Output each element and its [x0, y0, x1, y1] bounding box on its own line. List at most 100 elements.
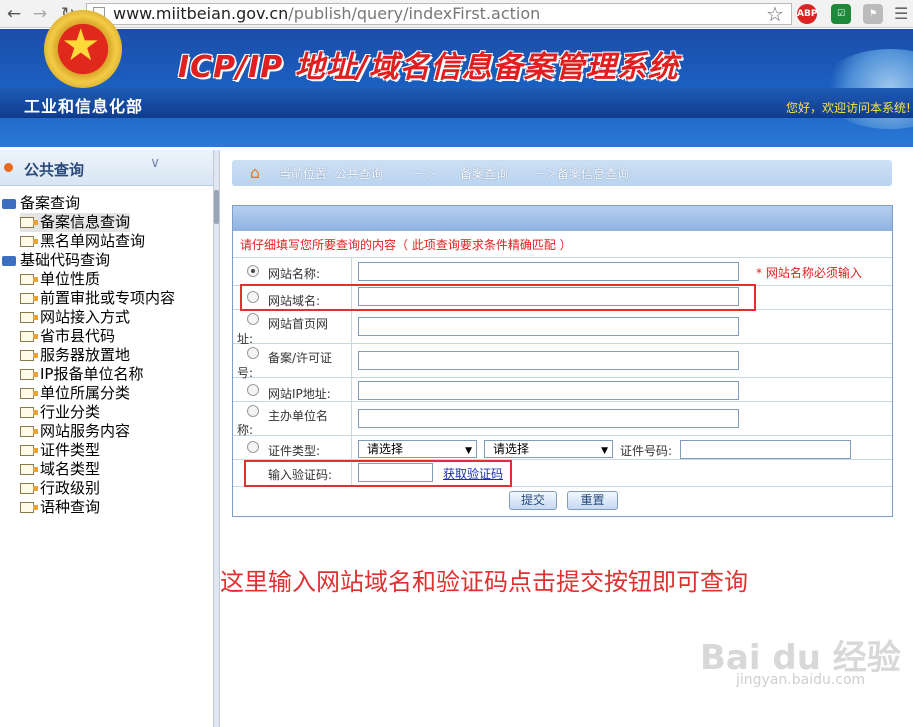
radio-ip[interactable]	[247, 384, 259, 396]
tree-item[interactable]: 前置审批或专项内容	[20, 289, 175, 308]
tree-group-basecode[interactable]: 基础代码查询	[2, 251, 110, 270]
cert-type-select[interactable]: 请选择 ▼	[358, 440, 477, 458]
tree-item-label: 证件类型	[40, 441, 101, 459]
tree-item-blacklist[interactable]: 黑名单网站查询	[20, 232, 145, 251]
tree-item-label: 单位性质	[40, 270, 101, 288]
tree-item-label: 网站服务内容	[40, 422, 131, 440]
license-input[interactable]	[358, 351, 739, 370]
page-icon	[20, 502, 38, 513]
collapse-chevron-icon[interactable]: ∨	[150, 155, 160, 171]
tree-item[interactable]: 行政级别	[20, 479, 100, 498]
address-bar[interactable]: www.miitbeian.gov.cn/publish/query/index…	[86, 3, 792, 25]
system-title: ICP/IP 地址/域名信息备案管理系统	[178, 50, 679, 85]
frame-splitter[interactable]	[213, 150, 220, 727]
menu-icon[interactable]: ☰	[894, 4, 908, 23]
tree-item[interactable]: IP报备单位名称	[20, 365, 143, 384]
label-homepage: 网站首页网	[268, 317, 329, 331]
shield-green-icon[interactable]: ☑	[831, 4, 851, 24]
row-divider	[233, 401, 892, 402]
tree-item[interactable]: 网站服务内容	[20, 422, 130, 441]
tree-item[interactable]: 证件类型	[20, 441, 100, 460]
ministry-name: 工业和信息化部	[24, 97, 144, 116]
radio-organizer[interactable]	[247, 405, 259, 417]
watermark-url: jingyan.baidu.com	[736, 672, 866, 688]
site-name-input[interactable]	[358, 262, 739, 281]
row-divider	[233, 435, 892, 436]
radio-cert-type[interactable]	[247, 441, 259, 453]
tree-item[interactable]: 语种查询	[20, 498, 100, 517]
page-icon	[20, 407, 38, 418]
breadcrumb-separator: －＞	[412, 167, 437, 181]
radio-license[interactable]	[247, 347, 259, 359]
label-organizer-cont: 称:	[237, 423, 254, 437]
folder-icon	[2, 255, 16, 266]
breadcrumb-mid: 备案查询	[460, 167, 509, 181]
adblock-icon[interactable]: ABP	[797, 4, 817, 24]
submit-button[interactable]: 提交	[509, 491, 557, 510]
tree-item-label: 域名类型	[40, 460, 101, 478]
tree-item[interactable]: 域名类型	[20, 460, 100, 479]
tree-item[interactable]: 省市县代码	[20, 327, 115, 346]
breadcrumb-last: －＞备案信息查询	[533, 167, 630, 181]
reset-button[interactable]: 重置	[567, 491, 618, 510]
tree-group-filing[interactable]: 备案查询	[2, 194, 80, 213]
select-value: 请选择	[493, 442, 530, 456]
organizer-input[interactable]	[358, 409, 739, 428]
tree-item-label: 单位所属分类	[40, 384, 131, 402]
page-icon	[20, 331, 38, 342]
highlight-captcha-box	[244, 460, 512, 487]
form-instruction: 请仔细填写您所要查询的内容（ 此项查询要求条件精确匹配 ）	[240, 238, 572, 252]
tree-item-label: 行业分类	[40, 403, 101, 421]
tree-item-label: 备案信息查询	[40, 213, 131, 231]
back-arrow-icon[interactable]: ←	[4, 4, 24, 24]
page-icon	[20, 483, 38, 494]
bullet-icon	[4, 163, 13, 172]
radio-homepage[interactable]	[247, 313, 259, 325]
tree-item[interactable]: 网站接入方式	[20, 308, 130, 327]
row-divider	[233, 377, 892, 378]
label-homepage-cont: 址:	[237, 332, 254, 346]
label-organizer: 主办单位名	[268, 409, 329, 423]
page-icon	[20, 350, 38, 361]
tree-item-filing-info[interactable]: 备案信息查询	[20, 213, 131, 232]
tree-item[interactable]: 行业分类	[20, 403, 100, 422]
page-icon	[20, 388, 38, 399]
home-icon[interactable]: ⌂	[245, 163, 265, 183]
tree-group-label: 基础代码查询	[20, 251, 111, 269]
tree-item-label: 前置审批或专项内容	[40, 289, 176, 307]
tree-item-label: 服务器放置地	[40, 346, 131, 364]
cert-subtype-select[interactable]: 请选择 ▼	[484, 440, 613, 458]
forward-arrow-icon[interactable]: →	[30, 4, 50, 24]
bookmark-star-icon[interactable]: ☆	[766, 2, 784, 26]
tree-item-label: 行政级别	[40, 479, 101, 497]
tree-item[interactable]: 单位所属分类	[20, 384, 130, 403]
ip-input[interactable]	[358, 381, 739, 400]
cert-no-input[interactable]	[680, 440, 851, 459]
welcome-text: 您好，欢迎访问本系统!	[786, 101, 911, 115]
tree-item[interactable]: 单位性质	[20, 270, 100, 289]
url-path: /publish/query/indexFirst.action	[288, 4, 541, 23]
page-icon	[20, 426, 38, 437]
radio-site-name[interactable]	[247, 265, 259, 277]
tree-item-label: 网站接入方式	[40, 308, 131, 326]
label-cert-no: 证件号码:	[620, 444, 673, 458]
splitter-handle-icon[interactable]	[214, 190, 219, 224]
homepage-input[interactable]	[358, 317, 739, 336]
page-icon	[20, 274, 38, 285]
label-site-name: 网站名称:	[268, 267, 321, 281]
page-icon	[20, 445, 38, 456]
folder-icon	[2, 198, 16, 209]
row-divider	[233, 343, 892, 344]
required-note: * 网站名称必须输入	[756, 266, 862, 280]
shield-gray-icon[interactable]: ⚑	[863, 4, 883, 24]
page-icon	[20, 369, 38, 380]
tree-item-label: 语种查询	[40, 498, 101, 516]
page-icon	[20, 464, 38, 475]
tree-item[interactable]: 服务器放置地	[20, 346, 130, 365]
page-icon	[20, 293, 38, 304]
label-ip: 网站IP地址:	[268, 387, 331, 401]
emblem-star-icon: ★	[61, 20, 101, 71]
label-license-cont: 号:	[237, 366, 254, 380]
dropdown-arrow-icon: ▼	[465, 446, 472, 456]
url-host: www.miitbeian.gov.cn	[113, 4, 289, 23]
